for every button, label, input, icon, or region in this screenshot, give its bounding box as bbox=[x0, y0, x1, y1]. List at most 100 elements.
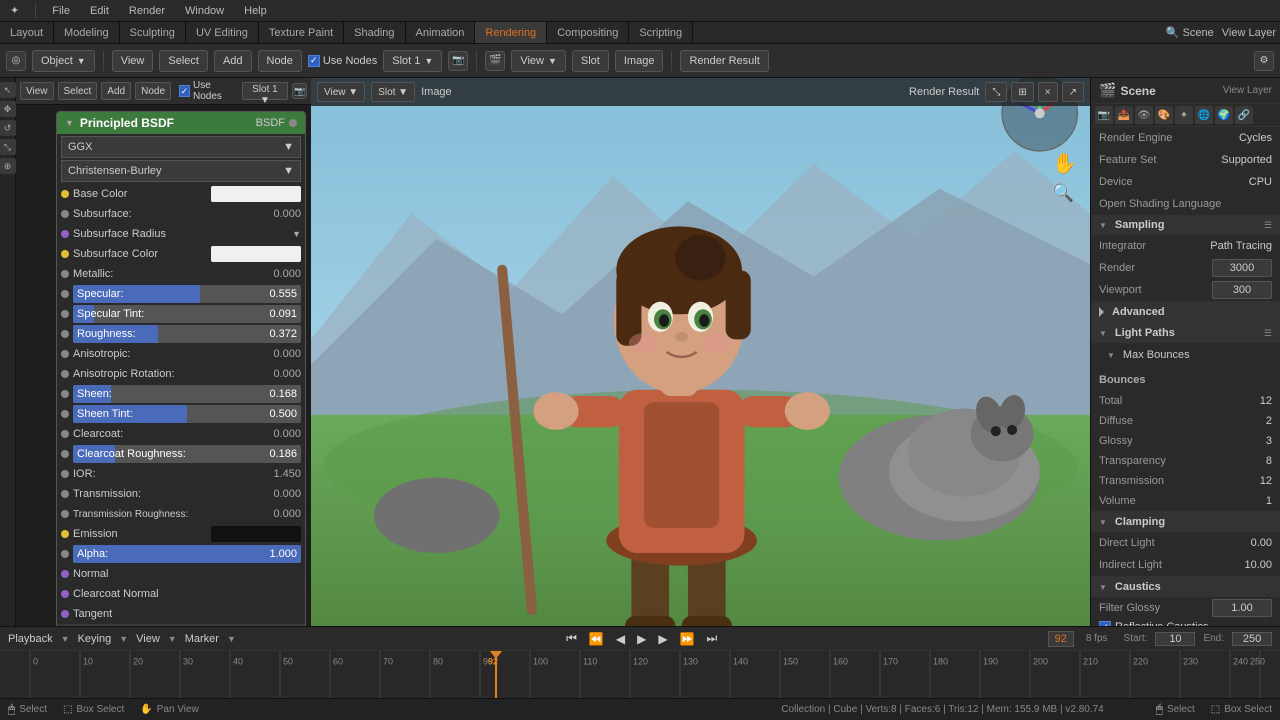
vp-ctrl1[interactable]: ⤡ bbox=[985, 82, 1007, 102]
keying-label[interactable]: Keying bbox=[78, 633, 112, 645]
light-paths-header[interactable]: ▼ Light Paths ☰ bbox=[1091, 323, 1280, 343]
render-camera-icon[interactable]: 📷 bbox=[1095, 106, 1113, 124]
roughness-slider[interactable]: Roughness: 0.372 bbox=[73, 325, 301, 343]
menu-render[interactable]: Render bbox=[125, 5, 169, 17]
tab-uv-editing[interactable]: UV Editing bbox=[186, 22, 259, 43]
render-icon[interactable]: 🎬 bbox=[485, 51, 505, 71]
view-btn[interactable]: View bbox=[112, 50, 154, 72]
tab-animation[interactable]: Animation bbox=[406, 22, 476, 43]
render-world-icon[interactable]: 🌍 bbox=[1215, 106, 1233, 124]
render-result-btn[interactable]: Render Result bbox=[680, 50, 768, 72]
node-header[interactable]: ▼ Principled BSDF BSDF bbox=[57, 112, 305, 134]
step-forward-btn[interactable]: ▶ bbox=[656, 632, 669, 646]
clearcoat-roughness-slider[interactable]: Clearcoat Roughness: 0.186 bbox=[73, 445, 301, 463]
menu-edit[interactable]: Edit bbox=[86, 5, 113, 17]
tab-sculpting[interactable]: Sculpting bbox=[120, 22, 186, 43]
view-layer-selector[interactable]: View Layer bbox=[1218, 27, 1280, 39]
jump-start-btn[interactable]: ⏮ bbox=[564, 631, 579, 646]
marker-label[interactable]: Marker bbox=[185, 633, 219, 645]
pan-status[interactable]: ✋ Pan View bbox=[140, 704, 199, 715]
menu-file[interactable]: File bbox=[48, 5, 74, 17]
tab-modeling[interactable]: Modeling bbox=[54, 22, 120, 43]
slot-btn[interactable]: Slot 1 ▼ bbox=[383, 50, 442, 72]
filter-glossy-input[interactable] bbox=[1212, 599, 1272, 617]
light-paths-settings-icon[interactable]: ☰ bbox=[1264, 328, 1272, 339]
tab-layout[interactable]: Layout bbox=[0, 22, 54, 43]
render-color-icon[interactable]: 🎨 bbox=[1155, 106, 1173, 124]
vp-slot-btn[interactable]: Slot ▼ bbox=[371, 82, 415, 102]
ne-select-btn[interactable]: Select bbox=[58, 82, 98, 100]
scene-selector[interactable]: 🔍 Scene bbox=[1162, 26, 1218, 39]
sheen-slider[interactable]: Sheen: 0.168 bbox=[73, 385, 301, 403]
vp-ctrl2[interactable]: ⊞ bbox=[1011, 82, 1033, 102]
ne-slot-btn[interactable]: Slot 1 ▼ bbox=[242, 82, 289, 100]
tab-compositing[interactable]: Compositing bbox=[547, 22, 629, 43]
tab-shading[interactable]: Shading bbox=[344, 22, 405, 43]
tool-rotate-icon[interactable]: ↺ bbox=[0, 120, 16, 136]
tab-scripting[interactable]: Scripting bbox=[629, 22, 693, 43]
play-btn[interactable]: ▶ bbox=[635, 632, 648, 646]
tab-rendering[interactable]: Rendering bbox=[475, 22, 547, 43]
clamping-header[interactable]: ▼ Clamping bbox=[1091, 512, 1280, 532]
step-back-btn[interactable]: ◀ bbox=[614, 632, 627, 646]
render-particles-icon[interactable]: ✦ bbox=[1175, 106, 1193, 124]
sheen-tint-slider[interactable]: Sheen Tint: 0.500 bbox=[73, 405, 301, 423]
render-output-icon[interactable]: 📤 bbox=[1115, 106, 1133, 124]
next-keyframe-btn[interactable]: ⏩ bbox=[678, 632, 697, 646]
ggx-dropdown[interactable]: GGX ▼ bbox=[61, 136, 301, 158]
subsurface-color-swatch[interactable] bbox=[211, 246, 301, 262]
render-scene-icon[interactable]: 🌐 bbox=[1195, 106, 1213, 124]
material-tab[interactable]: Material bbox=[57, 624, 305, 626]
current-frame-display[interactable]: 92 bbox=[1048, 631, 1074, 647]
viewport-samples-input[interactable] bbox=[1212, 281, 1272, 299]
timeline-view-label[interactable]: View bbox=[136, 633, 160, 645]
playback-label[interactable]: Playback bbox=[8, 633, 53, 645]
start-frame-input[interactable] bbox=[1155, 632, 1195, 646]
select2-status[interactable]: 🖱 Select bbox=[1156, 702, 1195, 717]
node-btn[interactable]: Node bbox=[258, 50, 302, 72]
camera-icon[interactable]: 📷 bbox=[448, 51, 468, 71]
box-select2-status[interactable]: ⬚ Box Select bbox=[1211, 704, 1272, 715]
vp-ctrl3[interactable]: × bbox=[1038, 82, 1058, 102]
box-select-status[interactable]: ⬚ Box Select bbox=[63, 704, 124, 715]
object-mode-btn[interactable]: Object ▼ bbox=[32, 50, 95, 72]
emission-swatch[interactable] bbox=[211, 526, 301, 542]
use-nodes-checkbox[interactable]: ✓ bbox=[308, 55, 320, 67]
blender-logo[interactable]: ✦ bbox=[6, 4, 23, 17]
menu-window[interactable]: Window bbox=[181, 5, 228, 17]
view2-btn[interactable]: View ▼ bbox=[511, 50, 566, 72]
prev-keyframe-btn[interactable]: ⏪ bbox=[587, 632, 606, 646]
jump-end-btn[interactable]: ⏭ bbox=[705, 631, 720, 646]
add-btn[interactable]: Add bbox=[214, 50, 252, 72]
menu-help[interactable]: Help bbox=[240, 5, 271, 17]
vp-view-btn[interactable]: View ▼ bbox=[317, 82, 365, 102]
image-btn[interactable]: Image bbox=[615, 50, 664, 72]
ne-view-btn[interactable]: View bbox=[20, 82, 54, 100]
mode-icon[interactable]: ◎ bbox=[6, 51, 26, 71]
ne-add-btn[interactable]: Add bbox=[101, 82, 131, 100]
end-frame-input[interactable] bbox=[1232, 632, 1272, 646]
sampling-settings-icon[interactable]: ☰ bbox=[1264, 220, 1272, 231]
render-view-icon[interactable]: 👁 bbox=[1135, 106, 1153, 124]
sampling-header[interactable]: ▼ Sampling ☰ bbox=[1091, 215, 1280, 235]
tab-texture-paint[interactable]: Texture Paint bbox=[259, 22, 344, 43]
base-color-swatch[interactable] bbox=[211, 186, 301, 202]
tool-move-icon[interactable]: ✥ bbox=[0, 101, 16, 117]
tool-scale-icon[interactable]: ⤡ bbox=[0, 139, 16, 155]
settings-icon[interactable]: ⚙ bbox=[1254, 51, 1274, 71]
max-bounces-header[interactable]: ▼ Max Bounces bbox=[1099, 345, 1272, 365]
christensen-dropdown[interactable]: Christensen-Burley ▼ bbox=[61, 160, 301, 182]
slot2-btn[interactable]: Slot bbox=[572, 50, 609, 72]
ne-node-btn[interactable]: Node bbox=[135, 82, 171, 100]
render-constraints-icon[interactable]: 🔗 bbox=[1235, 106, 1253, 124]
render-samples-input[interactable] bbox=[1212, 259, 1272, 277]
vp-ctrl4[interactable]: ↗ bbox=[1062, 82, 1084, 102]
specular-slider[interactable]: Specular: 0.555 bbox=[73, 285, 301, 303]
caustics-header[interactable]: ▼ Caustics bbox=[1091, 577, 1280, 597]
ne-use-nodes-checkbox[interactable]: ✓ bbox=[179, 85, 190, 97]
advanced-header[interactable]: Advanced bbox=[1091, 302, 1280, 322]
ne-camera-icon[interactable]: 📷 bbox=[292, 83, 307, 99]
tool-select-icon[interactable]: ↖ bbox=[0, 82, 16, 98]
tool-transform-icon[interactable]: ⊕ bbox=[0, 158, 16, 174]
select-btn[interactable]: Select bbox=[159, 50, 208, 72]
